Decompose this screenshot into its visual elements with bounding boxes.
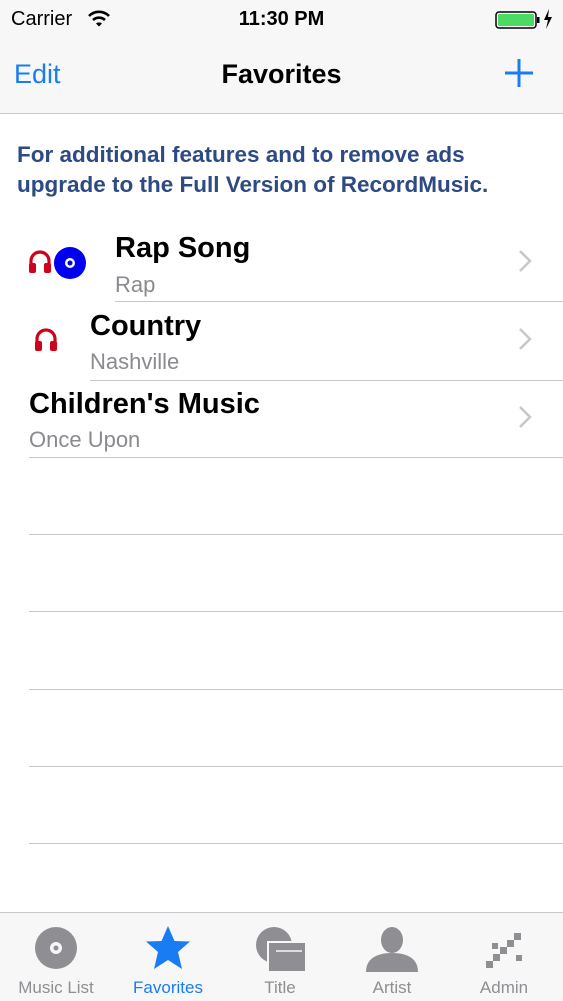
plus-icon[interactable] — [503, 57, 535, 89]
row-subtitle: Nashville — [90, 349, 180, 374]
tab-label: Music List — [18, 978, 94, 997]
admin-icon — [486, 933, 522, 968]
tab-admin[interactable]: Admin — [448, 913, 560, 1001]
row-subtitle: Once Upon — [29, 427, 141, 452]
tab-artist[interactable]: Artist — [336, 913, 448, 1001]
row-separator — [29, 689, 563, 690]
page-title: Favorites — [221, 59, 342, 89]
chevron-right-icon — [519, 250, 532, 272]
row-title: Rap Song — [115, 232, 251, 264]
list-item[interactable]: Rap Song Rap — [0, 224, 563, 302]
tab-favorites[interactable]: Favorites — [112, 913, 224, 1001]
battery-icon — [495, 11, 540, 29]
tab-bar: Music List Favorites Title Artist Admin — [0, 912, 563, 1001]
title-icon — [256, 927, 307, 973]
tab-label: Favorites — [133, 978, 203, 997]
tab-label: Artist — [372, 978, 412, 997]
row-title: Children's Music — [29, 388, 260, 420]
tab-music-list[interactable]: Music List — [0, 913, 112, 1001]
status-bar: Carrier 11:30 PM — [0, 0, 563, 40]
chevron-right-icon — [519, 328, 532, 350]
row-separator — [29, 611, 563, 612]
list-item[interactable]: Children's Music Once Upon — [0, 380, 563, 458]
row-separator — [29, 766, 563, 767]
headphones-icon — [35, 328, 57, 351]
tab-title[interactable]: Title — [224, 913, 336, 1001]
star-icon — [146, 926, 190, 969]
row-separator — [29, 843, 563, 844]
row-subtitle: Rap — [115, 272, 156, 297]
row-title: Country — [90, 310, 202, 342]
headphones-icon — [29, 250, 51, 273]
disc-icon — [35, 927, 77, 969]
person-icon — [366, 927, 418, 972]
row-separator — [29, 534, 563, 535]
tab-label: Admin — [479, 978, 529, 997]
list-item[interactable]: Country Nashville — [0, 302, 563, 380]
navigation-bar: Edit Favorites — [0, 40, 563, 114]
tab-label: Title — [264, 978, 296, 997]
status-time: 11:30 PM — [238, 8, 325, 30]
upgrade-banner[interactable]: For additional features and to remove ad… — [17, 140, 557, 200]
disc-icon — [54, 247, 86, 279]
charging-bolt-icon — [544, 9, 552, 29]
row-separator — [29, 457, 563, 458]
chevron-right-icon — [519, 406, 532, 428]
